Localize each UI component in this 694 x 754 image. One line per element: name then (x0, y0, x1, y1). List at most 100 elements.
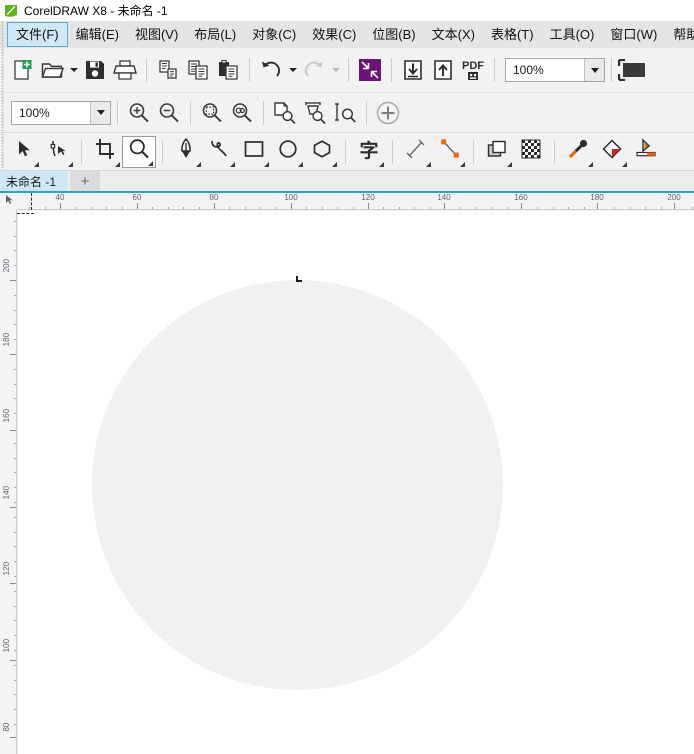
pick-tool[interactable] (7, 136, 41, 168)
add-zoom-level-button[interactable] (373, 96, 403, 130)
freehand-pen-tool[interactable] (169, 136, 203, 168)
tool-flyout-arrow[interactable] (115, 162, 120, 167)
plus-icon: + (81, 173, 90, 190)
menu-help[interactable]: 帮助(H) (665, 21, 694, 48)
drop-shadow-tool[interactable] (480, 136, 514, 168)
tool-flyout-arrow[interactable] (507, 162, 512, 167)
redo-dropdown[interactable] (329, 53, 342, 87)
zoom-level-dropdown-arrow[interactable] (90, 102, 110, 124)
magnifier-icon (128, 138, 150, 165)
tool-flyout-arrow[interactable] (460, 162, 465, 167)
menubar-grip[interactable] (0, 21, 7, 48)
zoom-cursor-mark (296, 276, 303, 283)
tool-flyout-arrow[interactable] (148, 161, 153, 166)
ruler-minor-tick (245, 207, 246, 209)
copy-button[interactable] (183, 53, 213, 87)
color-eyedropper-tool[interactable] (561, 136, 595, 168)
menu-tools[interactable]: 工具(O) (542, 21, 603, 48)
text-tool[interactable]: 字 (352, 136, 386, 168)
tool-flyout-arrow[interactable] (34, 162, 39, 167)
open-document-dropdown[interactable] (67, 53, 80, 87)
horizontal-ruler[interactable]: 406080100120140160180200 (0, 193, 694, 210)
document-tab[interactable]: 未命名 -1 (0, 171, 68, 191)
new-document-button[interactable] (7, 53, 37, 87)
ruler-minor-tick (168, 207, 169, 209)
zoom-property-bar: 100% (0, 93, 694, 133)
zoom-to-page-height-button[interactable] (330, 96, 360, 130)
standard-zoom-value[interactable]: 100% (506, 59, 584, 81)
crop-tool[interactable] (88, 136, 122, 168)
interactive-fill-tool[interactable] (629, 136, 663, 168)
ruler-origin-corner[interactable] (0, 193, 17, 210)
print-button[interactable] (110, 53, 140, 87)
save-document-button[interactable] (80, 53, 110, 87)
ruler-minor-tick (152, 207, 153, 209)
open-document-button[interactable] (37, 53, 67, 87)
tool-flyout-arrow[interactable] (332, 162, 337, 167)
vertical-ruler[interactable]: 20018016014012010080 (0, 210, 17, 754)
publish-pdf-button[interactable]: PDF (458, 53, 488, 87)
zoom-to-page-width-button[interactable] (300, 96, 330, 130)
menu-view[interactable]: 视图(V) (127, 21, 186, 48)
zoom-to-all-objects-button[interactable] (227, 96, 257, 130)
zoom-level-value[interactable]: 100% (12, 102, 90, 124)
vertical-origin-guide (17, 213, 34, 214)
menu-table[interactable]: 表格(T) (483, 21, 542, 48)
ruler-minor-tick (306, 207, 307, 209)
shape-tool[interactable] (41, 136, 75, 168)
menu-window[interactable]: 窗口(W) (602, 21, 665, 48)
menu-text[interactable]: 文本(X) (424, 21, 483, 48)
menu-file[interactable]: 文件(F) (7, 22, 68, 47)
corel-connect-button[interactable] (355, 53, 385, 87)
undo-button[interactable] (256, 53, 286, 87)
fill-tool[interactable] (595, 136, 629, 168)
zoom-in-button[interactable] (124, 96, 154, 130)
polygon-tool[interactable] (305, 136, 339, 168)
tool-flyout-arrow[interactable] (264, 162, 269, 167)
tool-flyout-arrow[interactable] (379, 162, 384, 167)
tool-flyout-arrow[interactable] (196, 162, 201, 167)
horizontal-origin-guide (31, 193, 32, 210)
tool-flyout-arrow[interactable] (426, 162, 431, 167)
menu-bitmap[interactable]: 位图(B) (364, 21, 423, 48)
standard-zoom-combo[interactable]: 100% (505, 58, 605, 82)
property-bar-grip[interactable] (0, 93, 7, 132)
toolbox-grip[interactable] (0, 133, 7, 170)
rectangle-tool[interactable] (237, 136, 271, 168)
tool-flyout-arrow[interactable] (68, 162, 73, 167)
dimension-tool[interactable] (399, 136, 433, 168)
undo-dropdown[interactable] (286, 53, 299, 87)
tool-flyout-arrow[interactable] (622, 162, 627, 167)
cut-icon (157, 59, 179, 81)
smart-drawing-tool[interactable] (203, 136, 237, 168)
paste-button[interactable] (213, 53, 243, 87)
zoom-level-combo[interactable]: 100% (11, 101, 111, 125)
menu-edit[interactable]: 编辑(E) (68, 21, 127, 48)
cut-button[interactable] (153, 53, 183, 87)
connector-tool[interactable] (433, 136, 467, 168)
standard-zoom-dropdown-arrow[interactable] (584, 59, 604, 81)
import-button[interactable] (398, 53, 428, 87)
redo-button[interactable] (299, 53, 329, 87)
zoom-to-selected-button[interactable] (197, 96, 227, 130)
toolbox-separator (162, 140, 163, 164)
ellipse-tool[interactable] (271, 136, 305, 168)
menu-effects[interactable]: 效果(C) (304, 21, 364, 48)
export-button[interactable] (428, 53, 458, 87)
menu-layout[interactable]: 布局(L) (186, 21, 244, 48)
ruler-minor-tick (630, 207, 631, 209)
zoom-out-button[interactable] (154, 96, 184, 130)
drawing-canvas[interactable] (18, 211, 694, 754)
tool-flyout-arrow[interactable] (298, 162, 303, 167)
tool-flyout-arrow[interactable] (230, 162, 235, 167)
tool-flyout-arrow[interactable] (588, 162, 593, 167)
ellipse-shape[interactable] (92, 280, 503, 690)
ruler-minor-tick (14, 650, 16, 651)
toolbar-grip[interactable] (0, 48, 7, 92)
menu-object[interactable]: 对象(C) (244, 21, 304, 48)
zoom-to-page-button[interactable] (270, 96, 300, 130)
fullscreen-preview-button[interactable] (618, 53, 648, 87)
zoom-tool[interactable] (122, 136, 156, 168)
transparency-tool[interactable] (514, 136, 548, 168)
add-document-tab-button[interactable]: + (70, 171, 100, 191)
